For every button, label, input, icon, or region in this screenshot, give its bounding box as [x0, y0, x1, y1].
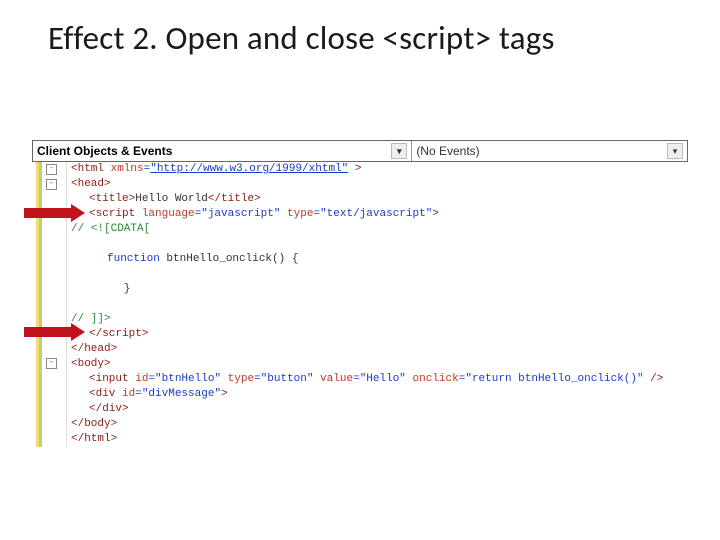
objects-combo[interactable]: Client Objects & Events ▾ — [33, 141, 412, 161]
code-token: /> — [644, 373, 664, 385]
code-area: - - - <html xmlns = "http://www.w3.org/199… — [32, 162, 688, 447]
code-token: } — [71, 283, 130, 295]
code-token: = — [254, 373, 261, 385]
code-token: "http://www.w3.org/1999/xhtml" — [150, 163, 348, 175]
code-token: "javascript" — [201, 208, 280, 220]
code-token: function — [107, 253, 160, 265]
fold-toggle-icon[interactable]: - — [46, 164, 57, 175]
code-token: onclick — [406, 373, 459, 385]
code-token: = — [353, 373, 360, 385]
code-token: value — [313, 373, 353, 385]
code-token: </body> — [71, 418, 117, 430]
code-token: xmlns — [111, 163, 144, 175]
code-token: = — [135, 388, 142, 400]
code-token: // <![CDATA[ — [71, 223, 150, 235]
code-token: <script — [89, 208, 142, 220]
events-combo-label: (No Events) — [416, 144, 479, 158]
code-token: Hello World — [135, 193, 208, 205]
code-token: </script> — [89, 328, 148, 340]
code-token: <body> — [71, 358, 111, 370]
code-token: btnHello_onclick() { — [160, 253, 299, 265]
code-token: "text/javascript" — [320, 208, 432, 220]
code-token: <head> — [71, 178, 111, 190]
change-marker-bar — [36, 162, 42, 447]
code-token: </div> — [89, 403, 129, 415]
fold-toggle-icon[interactable]: - — [46, 179, 57, 190]
code-token: // ]]> — [71, 313, 111, 325]
code-token: "divMessage" — [142, 388, 221, 400]
code-token: "return btnHello_onclick()" — [465, 373, 643, 385]
objects-combo-label: Client Objects & Events — [37, 144, 172, 158]
code-token: "button" — [261, 373, 314, 385]
code-token: </head> — [71, 343, 117, 355]
code-token: > — [221, 388, 228, 400]
code-lines[interactable]: <html xmlns = "http://www.w3.org/1999/xhtm… — [67, 162, 688, 447]
code-token: <html — [71, 163, 111, 175]
code-token: > — [348, 163, 361, 175]
code-token: id — [135, 373, 148, 385]
code-editor-panel: Client Objects & Events ▾ (No Events) ▾ … — [32, 140, 688, 400]
code-token: type — [280, 208, 313, 220]
code-token: </html> — [71, 433, 117, 445]
code-token: "Hello" — [360, 373, 406, 385]
code-token: "btnHello" — [155, 373, 221, 385]
code-token: <input — [89, 373, 135, 385]
editor-gutter: - - - — [32, 162, 67, 447]
code-token: id — [122, 388, 135, 400]
code-token: language — [142, 208, 195, 220]
code-token: <div — [89, 388, 122, 400]
editor-combo-bar: Client Objects & Events ▾ (No Events) ▾ — [32, 140, 688, 162]
events-combo[interactable]: (No Events) ▾ — [412, 141, 687, 161]
code-token: type — [221, 373, 254, 385]
fold-toggle-icon[interactable]: - — [46, 358, 57, 369]
chevron-down-icon: ▾ — [667, 143, 683, 159]
page-title: Effect 2. Open and close <script> tags — [48, 18, 690, 58]
code-token: <title> — [89, 193, 135, 205]
code-token: </title> — [208, 193, 261, 205]
code-token: > — [432, 208, 439, 220]
chevron-down-icon: ▾ — [391, 143, 407, 159]
